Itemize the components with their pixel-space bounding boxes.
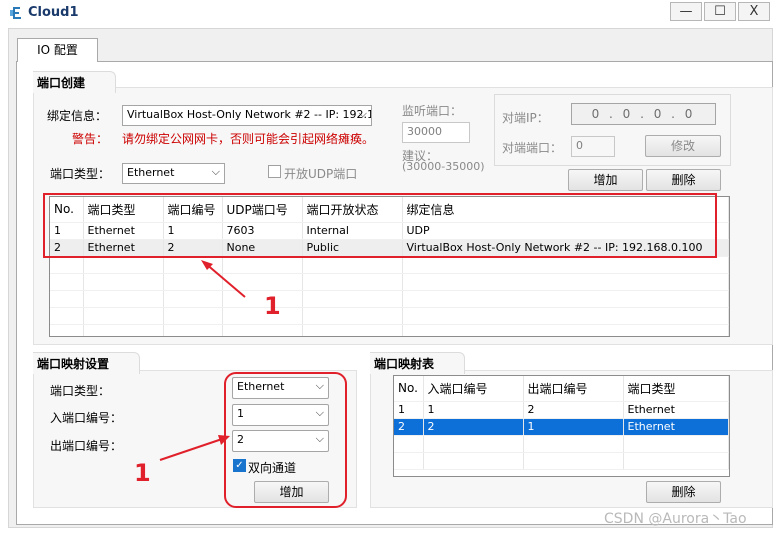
empty-row <box>50 324 729 336</box>
col-in-port: 入端口编号 <box>423 376 524 402</box>
peer-port-input[interactable]: 0 <box>571 136 615 157</box>
annotation-box-port-table <box>43 193 717 258</box>
table-cell: 2 <box>423 418 524 436</box>
bind-info-label: 绑定信息： <box>47 109 108 123</box>
table-row[interactable]: 1 1 2 Ethernet <box>394 401 729 419</box>
cloud-app-icon <box>10 7 21 19</box>
table-row-selected[interactable]: 2 2 1 Ethernet <box>394 418 729 436</box>
warning-label: 警告： <box>72 132 109 146</box>
port-mapping-title: 端口映射设置 <box>33 352 141 374</box>
empty-row <box>50 256 729 274</box>
modify-button[interactable]: 修改 <box>645 135 721 157</box>
chevron-down-icon: ⌵ <box>358 107 367 120</box>
peer-port-label: 对端端口： <box>502 141 563 155</box>
col-out-port: 出端口编号 <box>523 376 624 402</box>
in-port-label: 入端口编号： <box>50 411 123 425</box>
annotation-arrow-bottom <box>159 435 230 461</box>
table-cell: 2 <box>523 401 624 419</box>
table-cell: Ethernet <box>623 401 729 419</box>
table-cell: 2 <box>394 418 424 436</box>
port-type-label: 端口类型： <box>50 167 111 181</box>
empty-row <box>50 290 729 308</box>
tab-io-config[interactable]: IO 配置 <box>17 38 98 62</box>
watermark: CSDN @Aurora丶Tao <box>604 511 747 527</box>
close-button[interactable]: X <box>738 2 770 21</box>
udp-checkbox[interactable] <box>268 165 281 178</box>
bind-info-value: VirtualBox Host-Only Network #2 -- IP: 1… <box>127 108 372 121</box>
port-type-select[interactable]: Ethernet ⌵ <box>122 163 225 184</box>
listen-port-label: 监听端口： <box>402 104 463 118</box>
mapping-table-title: 端口映射表 <box>370 352 466 374</box>
table-cell: 1 <box>423 401 524 419</box>
col-port-type: 端口类型 <box>623 376 729 402</box>
col-no: No. <box>394 376 424 402</box>
out-port-label: 出端口编号： <box>50 439 123 453</box>
minimize-icon: — <box>679 4 693 19</box>
annotation-arrow-top <box>201 260 246 298</box>
maximize-icon: ☐ <box>714 4 726 19</box>
close-icon: X <box>749 4 759 19</box>
add-port-button[interactable]: 增加 <box>568 169 643 191</box>
window-title: Cloud1 <box>28 5 79 20</box>
port-type-value: Ethernet <box>127 166 175 179</box>
peer-ip-label: 对端IP： <box>502 111 549 125</box>
annotation-box-mapping-settings <box>224 372 347 508</box>
annotation-label-top: 1 <box>264 292 281 320</box>
table-cell: 1 <box>394 401 424 419</box>
table-cell: Ethernet <box>623 418 729 436</box>
delete-mapping-button[interactable]: 删除 <box>646 481 721 503</box>
listen-port-input[interactable]: 30000 <box>402 122 470 143</box>
suggest-range: (30000-35000) <box>402 160 485 173</box>
table-cell: 1 <box>523 418 624 436</box>
minimize-button[interactable]: — <box>670 2 702 21</box>
delete-port-button[interactable]: 删除 <box>646 169 721 191</box>
empty-row <box>394 435 729 453</box>
mapping-port-type-label: 端口类型： <box>50 384 111 398</box>
mapping-table-header: No. 入端口编号 出端口编号 端口类型 <box>394 376 729 402</box>
title-bar: Cloud1 — ☐ X <box>0 0 781 27</box>
maximize-button[interactable]: ☐ <box>704 2 736 21</box>
annotation-label-bottom: 1 <box>134 459 151 487</box>
empty-row <box>394 452 729 470</box>
port-create-title: 端口创建 <box>33 71 117 93</box>
empty-row <box>50 273 729 291</box>
chevron-down-icon: ⌵ <box>211 165 220 178</box>
warning-text: 请勿绑定公网网卡，否则可能会引起网络瘫痪。 <box>122 132 375 146</box>
udp-checkbox-label: 开放UDP端口 <box>284 167 358 181</box>
peer-ip-value: 0 . 0 . 0 . 0 <box>591 107 696 121</box>
bind-info-select[interactable]: VirtualBox Host-Only Network #2 -- IP: 1… <box>122 105 372 126</box>
mapping-table: No. 入端口编号 出端口编号 端口类型 1 1 2 Ethernet 2 2 … <box>393 375 730 477</box>
empty-row <box>50 307 729 325</box>
peer-ip-input[interactable]: 0 . 0 . 0 . 0 <box>571 103 716 125</box>
